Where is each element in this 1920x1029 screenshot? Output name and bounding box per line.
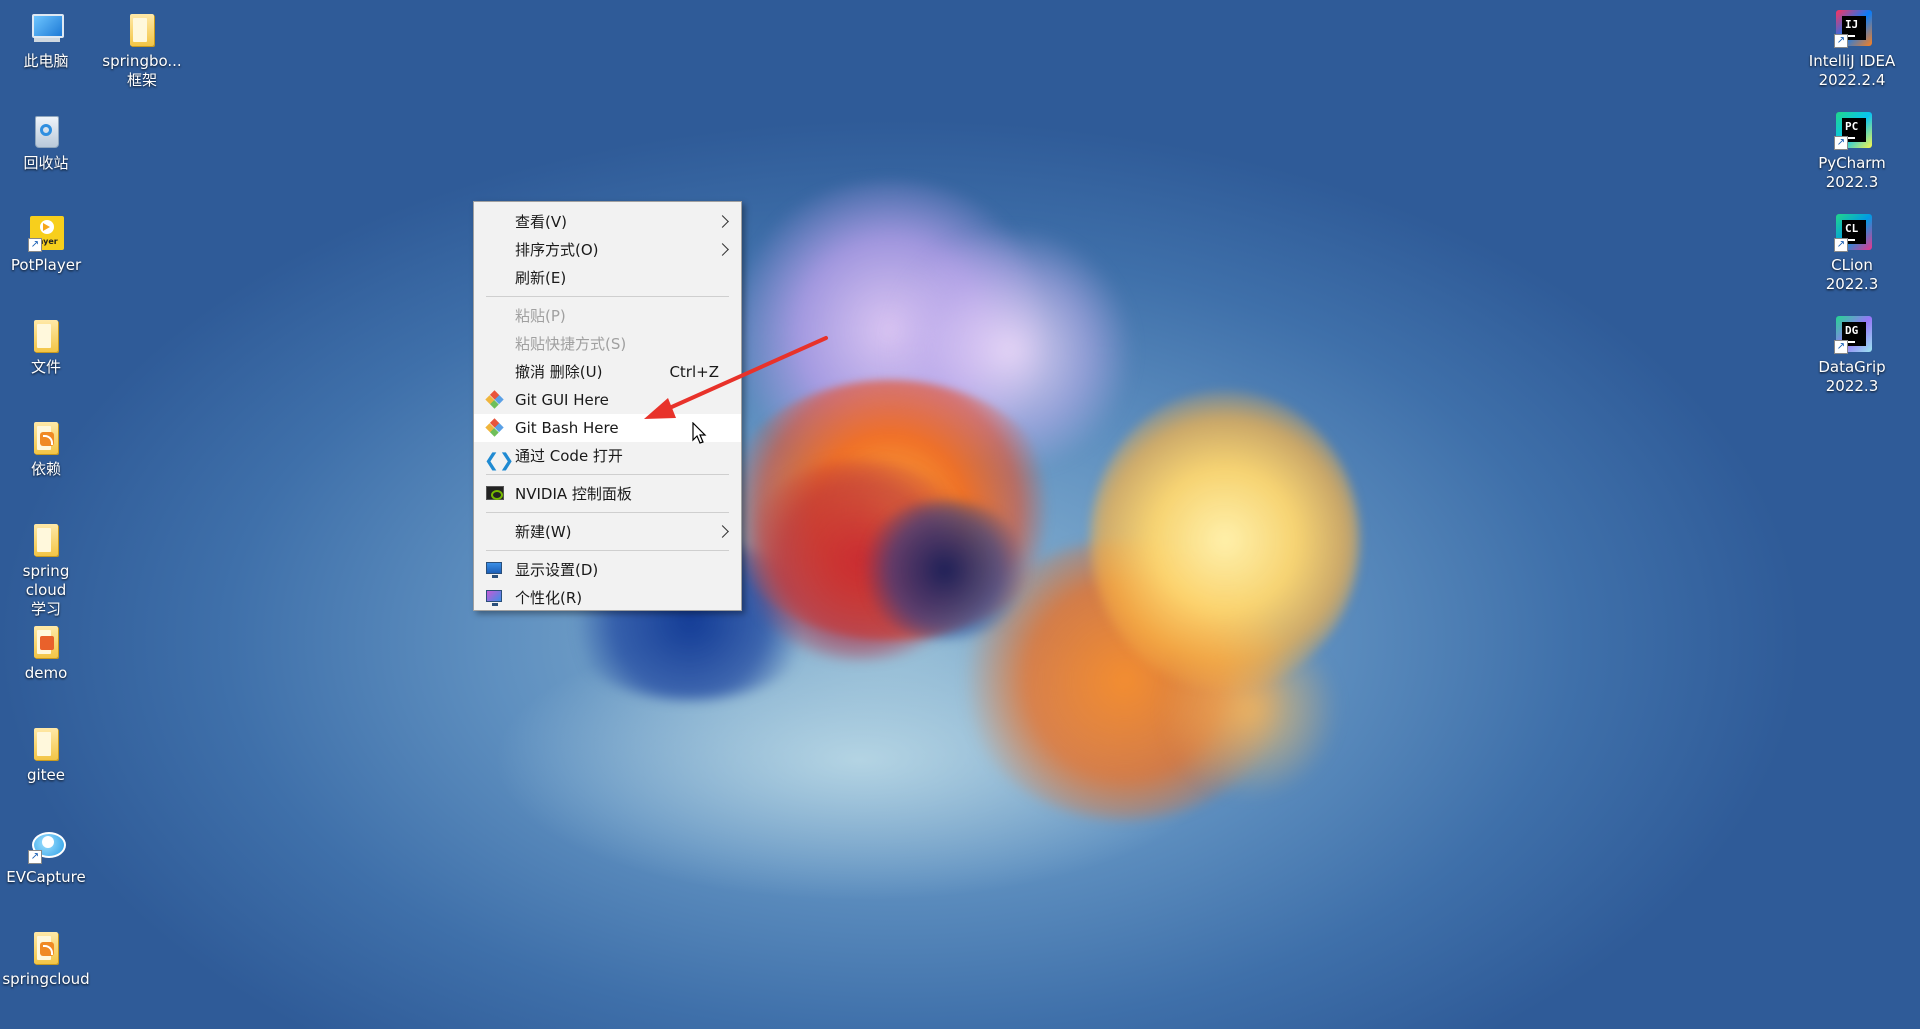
menu-item-label: 撤消 删除(U) — [515, 363, 603, 381]
desktop-icon[interactable]: 依赖 — [0, 416, 92, 479]
menu-item-label: 粘贴快捷方式(S) — [515, 335, 627, 353]
desktop-icon-label: springcloud — [2, 970, 90, 988]
menu-item-label: Git GUI Here — [515, 391, 609, 409]
menu-item[interactable]: NVIDIA 控制面板 — [474, 480, 741, 508]
menu-item-label: NVIDIA 控制面板 — [515, 485, 632, 503]
menu-item-label: 个性化(R) — [515, 589, 583, 607]
menu-item[interactable]: 刷新(E) — [474, 264, 741, 292]
desktop-icon[interactable]: 回收站 — [0, 110, 92, 173]
menu-separator — [486, 550, 729, 551]
evcapture-icon: ↗ — [26, 824, 66, 864]
nvidia-icon — [486, 486, 504, 502]
menu-item[interactable]: 个性化(R) — [474, 584, 741, 612]
desktop-icon-label: PotPlayer — [10, 256, 82, 274]
personalize-icon — [486, 590, 504, 606]
menu-separator — [486, 512, 729, 513]
folder-icon — [26, 722, 66, 762]
git-icon — [485, 390, 504, 409]
menu-item-label: 显示设置(D) — [515, 561, 599, 579]
pycharm-icon: PC ↗ — [1832, 110, 1872, 150]
shortcut-arrow-icon: ↗ — [1834, 238, 1848, 252]
desktop-icon-label: DataGrip 2022.3 — [1818, 358, 1886, 395]
menu-item-label: 查看(V) — [515, 213, 567, 231]
desktop-icon-label: gitee — [26, 766, 66, 784]
desktop-icon[interactable]: ↗ EVCapture — [0, 824, 92, 887]
desktop-icon[interactable]: springcloud — [0, 926, 92, 989]
desktop-icon[interactable]: PC ↗ PyCharm 2022.3 — [1806, 110, 1898, 192]
desktop-icon[interactable]: 文件 — [0, 314, 92, 377]
datagrip-icon: DG ↗ — [1832, 314, 1872, 354]
desktop-icon-label: EVCapture — [6, 868, 86, 886]
menu-item-label: 新建(W) — [515, 523, 572, 541]
desktop-icon-label: springbo... 框架 — [102, 52, 182, 89]
menu-item-label: 通过 Code 打开 — [515, 447, 623, 465]
desktop-icon[interactable]: ayer ↗ PotPlayer — [0, 212, 92, 275]
menu-item-label: 粘贴(P) — [515, 307, 566, 325]
menu-item[interactable]: Git GUI Here — [474, 386, 741, 414]
shortcut-arrow-icon: ↗ — [28, 238, 42, 252]
desktop-icon-label: 文件 — [30, 358, 61, 376]
menu-item[interactable]: 撤消 删除(U) Ctrl+Z — [474, 358, 741, 386]
shortcut-arrow-icon: ↗ — [1834, 340, 1848, 354]
display-settings-icon — [486, 562, 504, 578]
desktop-icon-label: 回收站 — [23, 154, 69, 172]
desktop-icon[interactable]: spring cloud 学习 — [0, 518, 92, 619]
this-pc-icon — [26, 8, 66, 48]
menu-item[interactable]: 查看(V) — [474, 208, 741, 236]
desktop-icon-label: spring cloud 学习 — [22, 562, 70, 618]
folder-icon — [122, 8, 162, 48]
recycle-bin-icon — [26, 110, 66, 150]
menu-separator — [486, 296, 729, 297]
intellij-idea-icon: IJ ↗ — [1832, 8, 1872, 48]
menu-separator — [486, 474, 729, 475]
git-icon — [485, 418, 504, 437]
menu-item[interactable]: ❮❯ 通过 Code 打开 — [474, 442, 741, 470]
desktop-icon[interactable]: IJ ↗ IntelliJ IDEA 2022.2.4 — [1806, 8, 1898, 90]
desktop-icon[interactable]: demo — [0, 620, 92, 683]
desktop-icon-label: PyCharm 2022.3 — [1818, 154, 1886, 191]
menu-item[interactable]: 排序方式(O) — [474, 236, 741, 264]
desktop-icon-springboot-framework[interactable]: springbo... 框架 — [96, 8, 188, 90]
desktop-icon[interactable]: CL ↗ CLion 2022.3 — [1806, 212, 1898, 294]
desktop-icon-label: demo — [24, 664, 68, 682]
wallpaper-splash — [860, 500, 1030, 640]
vscode-icon: ❮❯ — [484, 450, 515, 471]
folder-icon — [26, 314, 66, 354]
shortcut-arrow-icon: ↗ — [1834, 34, 1848, 48]
rss-folder-icon — [26, 416, 66, 456]
wallpaper-splash — [1090, 390, 1360, 690]
menu-item: 粘贴(P) — [474, 302, 741, 330]
desktop-context-menu: 查看(V) 排序方式(O) 刷新(E) 粘贴(P) 粘贴快捷方式(S) 撤消 删除(U) C… — [473, 201, 742, 611]
potplayer-icon: ayer ↗ — [26, 212, 66, 252]
mouse-cursor-icon — [692, 422, 707, 444]
chevron-right-icon — [716, 243, 729, 256]
chevron-right-icon — [716, 215, 729, 228]
desktop-icon-label: IntelliJ IDEA 2022.2.4 — [1808, 52, 1896, 89]
desktop-icon[interactable]: 此电脑 — [0, 8, 92, 71]
menu-item: 粘贴快捷方式(S) — [474, 330, 741, 358]
shortcut-arrow-icon: ↗ — [28, 850, 42, 864]
folder-icon — [26, 620, 66, 660]
desktop-icon-label: 依赖 — [30, 460, 61, 478]
menu-item[interactable]: 新建(W) — [474, 518, 741, 546]
menu-item-shortcut: Ctrl+Z — [669, 363, 719, 381]
desktop-icon-label: CLion 2022.3 — [1825, 256, 1879, 293]
chevron-right-icon — [716, 525, 729, 538]
menu-item[interactable]: 显示设置(D) — [474, 556, 741, 584]
desktop-icon-label: 此电脑 — [23, 52, 69, 70]
menu-item-label: 排序方式(O) — [515, 241, 599, 259]
menu-item-label: 刷新(E) — [515, 269, 567, 287]
menu-item-label: Git Bash Here — [515, 419, 619, 437]
shortcut-arrow-icon: ↗ — [1834, 136, 1848, 150]
desktop-icon[interactable]: DG ↗ DataGrip 2022.3 — [1806, 314, 1898, 396]
clion-icon: CL ↗ — [1832, 212, 1872, 252]
desktop-icon[interactable]: gitee — [0, 722, 92, 785]
folder-icon — [26, 518, 66, 558]
rss-folder-icon — [26, 926, 66, 966]
